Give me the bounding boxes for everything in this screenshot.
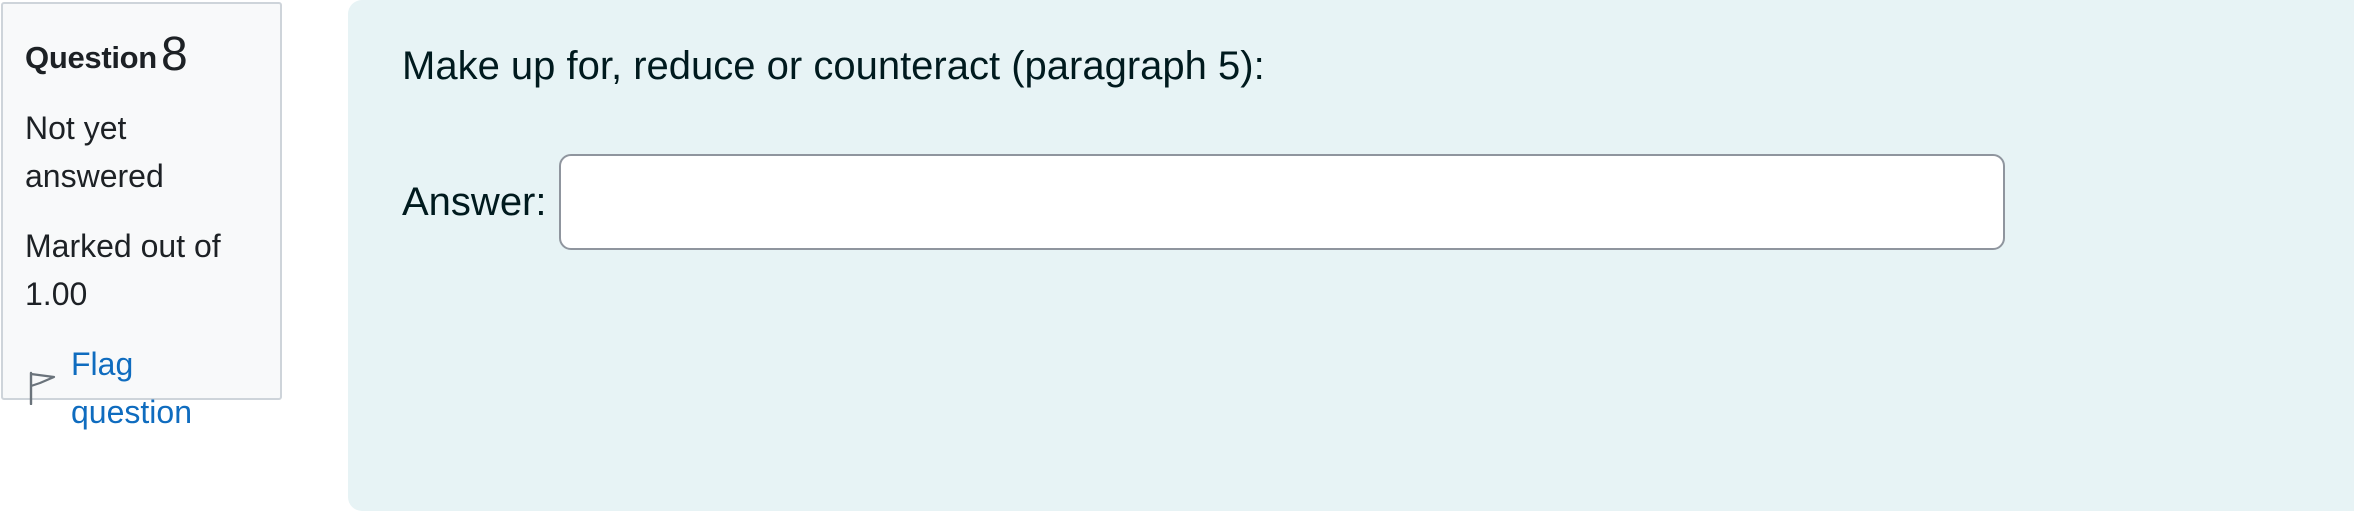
answer-label: Answer:	[402, 179, 547, 224]
question-text: Make up for, reduce or counteract (parag…	[402, 44, 1265, 88]
flag-icon	[27, 371, 57, 405]
answer-row: Answer:	[402, 154, 2300, 250]
question-grade: Marked out of 1.00	[25, 227, 221, 312]
question-number-heading: Question8	[25, 24, 258, 82]
question-number: 8	[160, 28, 188, 81]
quiz-question-page: Question8 Not yet answered Marked out of…	[0, 0, 2354, 511]
flag-question-label: Flag question	[71, 345, 192, 430]
answer-input[interactable]	[558, 154, 2005, 250]
question-info-panel: Question8 Not yet answered Marked out of…	[1, 2, 282, 430]
question-content: Make up for, reduce or counteract (parag…	[348, 0, 2354, 511]
question-label: Question	[25, 40, 157, 75]
flag-question-link[interactable]: Flag question	[25, 340, 258, 436]
question-state: Not yet answered	[25, 109, 164, 194]
